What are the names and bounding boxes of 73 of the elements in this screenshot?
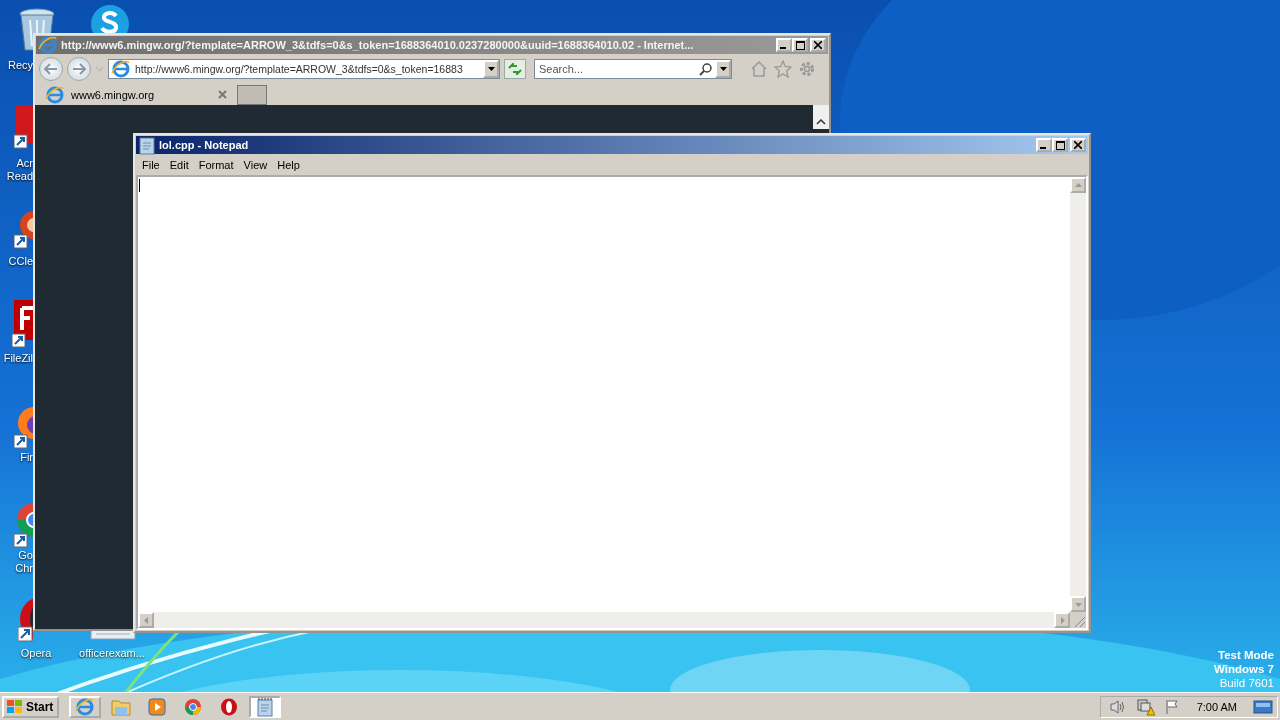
caret-icon <box>719 67 727 71</box>
taskbar-button[interactable] <box>249 695 282 718</box>
desktop-icon-label: Fir <box>20 451 33 464</box>
minimize-button[interactable] <box>776 38 792 52</box>
star-icon[interactable] <box>774 60 792 78</box>
minimize-button[interactable] <box>1036 138 1052 152</box>
forward-arrow-icon <box>72 63 86 75</box>
maximize-button[interactable] <box>1052 138 1068 152</box>
flag-icon[interactable] <box>1164 698 1181 715</box>
desktop-icon-label: Recy <box>7 59 33 72</box>
system-info-text: Windows 7 <box>1214 662 1274 676</box>
system-info-text: Build 7601 <box>1218 676 1274 690</box>
desktop-icon-label: CCle <box>8 255 33 268</box>
scroll-right-button[interactable] <box>1054 612 1070 628</box>
scrollbar[interactable] <box>813 105 829 129</box>
maximize-icon <box>795 40 805 50</box>
speaker-icon[interactable] <box>1108 698 1127 715</box>
internet-explorer-icon <box>45 84 65 105</box>
maximize-button[interactable] <box>792 38 808 52</box>
back-button[interactable] <box>39 57 63 81</box>
scroll-down-button[interactable] <box>1070 596 1086 612</box>
close-button[interactable] <box>1070 138 1086 152</box>
notepad-icon <box>138 135 156 155</box>
system-info-text: Test Mode <box>1217 648 1274 662</box>
close-icon <box>1074 141 1082 149</box>
notepad-icon <box>256 696 275 717</box>
media-player-icon[interactable] <box>148 697 167 716</box>
scroll-left-button[interactable] <box>138 612 154 628</box>
start-button[interactable]: Start <box>2 695 60 718</box>
filezilla-icon[interactable] <box>12 300 33 348</box>
new-tab-button[interactable] <box>237 85 267 105</box>
arrow-icon <box>1074 181 1082 189</box>
desktop-icon-label: Go Chr <box>15 549 33 575</box>
maximize-icon <box>1055 140 1065 150</box>
desktop-icon-label: Opera <box>20 647 52 660</box>
menu-item[interactable]: View <box>238 157 273 173</box>
menu-item[interactable]: Help <box>272 157 305 173</box>
dropdown-button[interactable] <box>483 60 499 78</box>
address-field[interactable]: http://www6.mingw.org/?template=ARROW_3&tdfs=0&s_token=16883 <box>108 59 500 79</box>
menu-item[interactable]: Format <box>193 157 239 173</box>
taskbar-button[interactable] <box>69 695 102 718</box>
internet-explorer-icon <box>75 696 96 717</box>
desktop-icon-label: FileZil <box>3 352 33 365</box>
forward-button[interactable] <box>67 57 91 81</box>
dropdown-button[interactable] <box>715 60 731 78</box>
chrome-icon[interactable] <box>184 697 203 716</box>
text-cursor <box>139 179 140 192</box>
menu-item[interactable]: Edit <box>164 157 194 173</box>
compatibility-button[interactable] <box>504 59 526 79</box>
scroll-up-button[interactable] <box>1070 177 1086 193</box>
network-warning-icon[interactable] <box>1136 697 1155 716</box>
menu-item[interactable]: File <box>137 157 165 173</box>
compatibility-icon <box>508 63 522 75</box>
back-arrow-icon <box>44 63 58 75</box>
search-icon[interactable] <box>699 62 713 76</box>
settings-icon[interactable] <box>798 60 816 78</box>
windows-logo-icon <box>6 698 24 715</box>
caret-icon <box>487 67 495 71</box>
show-desktop-icon[interactable] <box>1253 698 1273 715</box>
close-icon[interactable] <box>218 90 227 99</box>
home-icon[interactable] <box>750 60 768 78</box>
search-field[interactable]: Search... <box>534 59 732 79</box>
close-icon <box>814 41 822 49</box>
internet-explorer-icon <box>111 59 131 79</box>
close-button[interactable] <box>810 38 826 52</box>
clock[interactable]: 7:00 AM <box>1196 700 1237 713</box>
desktop-icon-label: officerexam... <box>79 647 145 660</box>
internet-explorer-icon <box>38 35 58 55</box>
window-title: lol.cpp - Notepad <box>159 139 250 151</box>
file-icon[interactable] <box>90 631 136 640</box>
arrow-icon <box>142 616 150 624</box>
window-title: http://www6.mingw.org/?template=ARROW_3&tdfs=0&s_token=1688364010.0237280000&uuid=1688364010.02 - Internet... <box>61 39 695 51</box>
desktop-icon-label: Acr Read <box>6 157 33 183</box>
